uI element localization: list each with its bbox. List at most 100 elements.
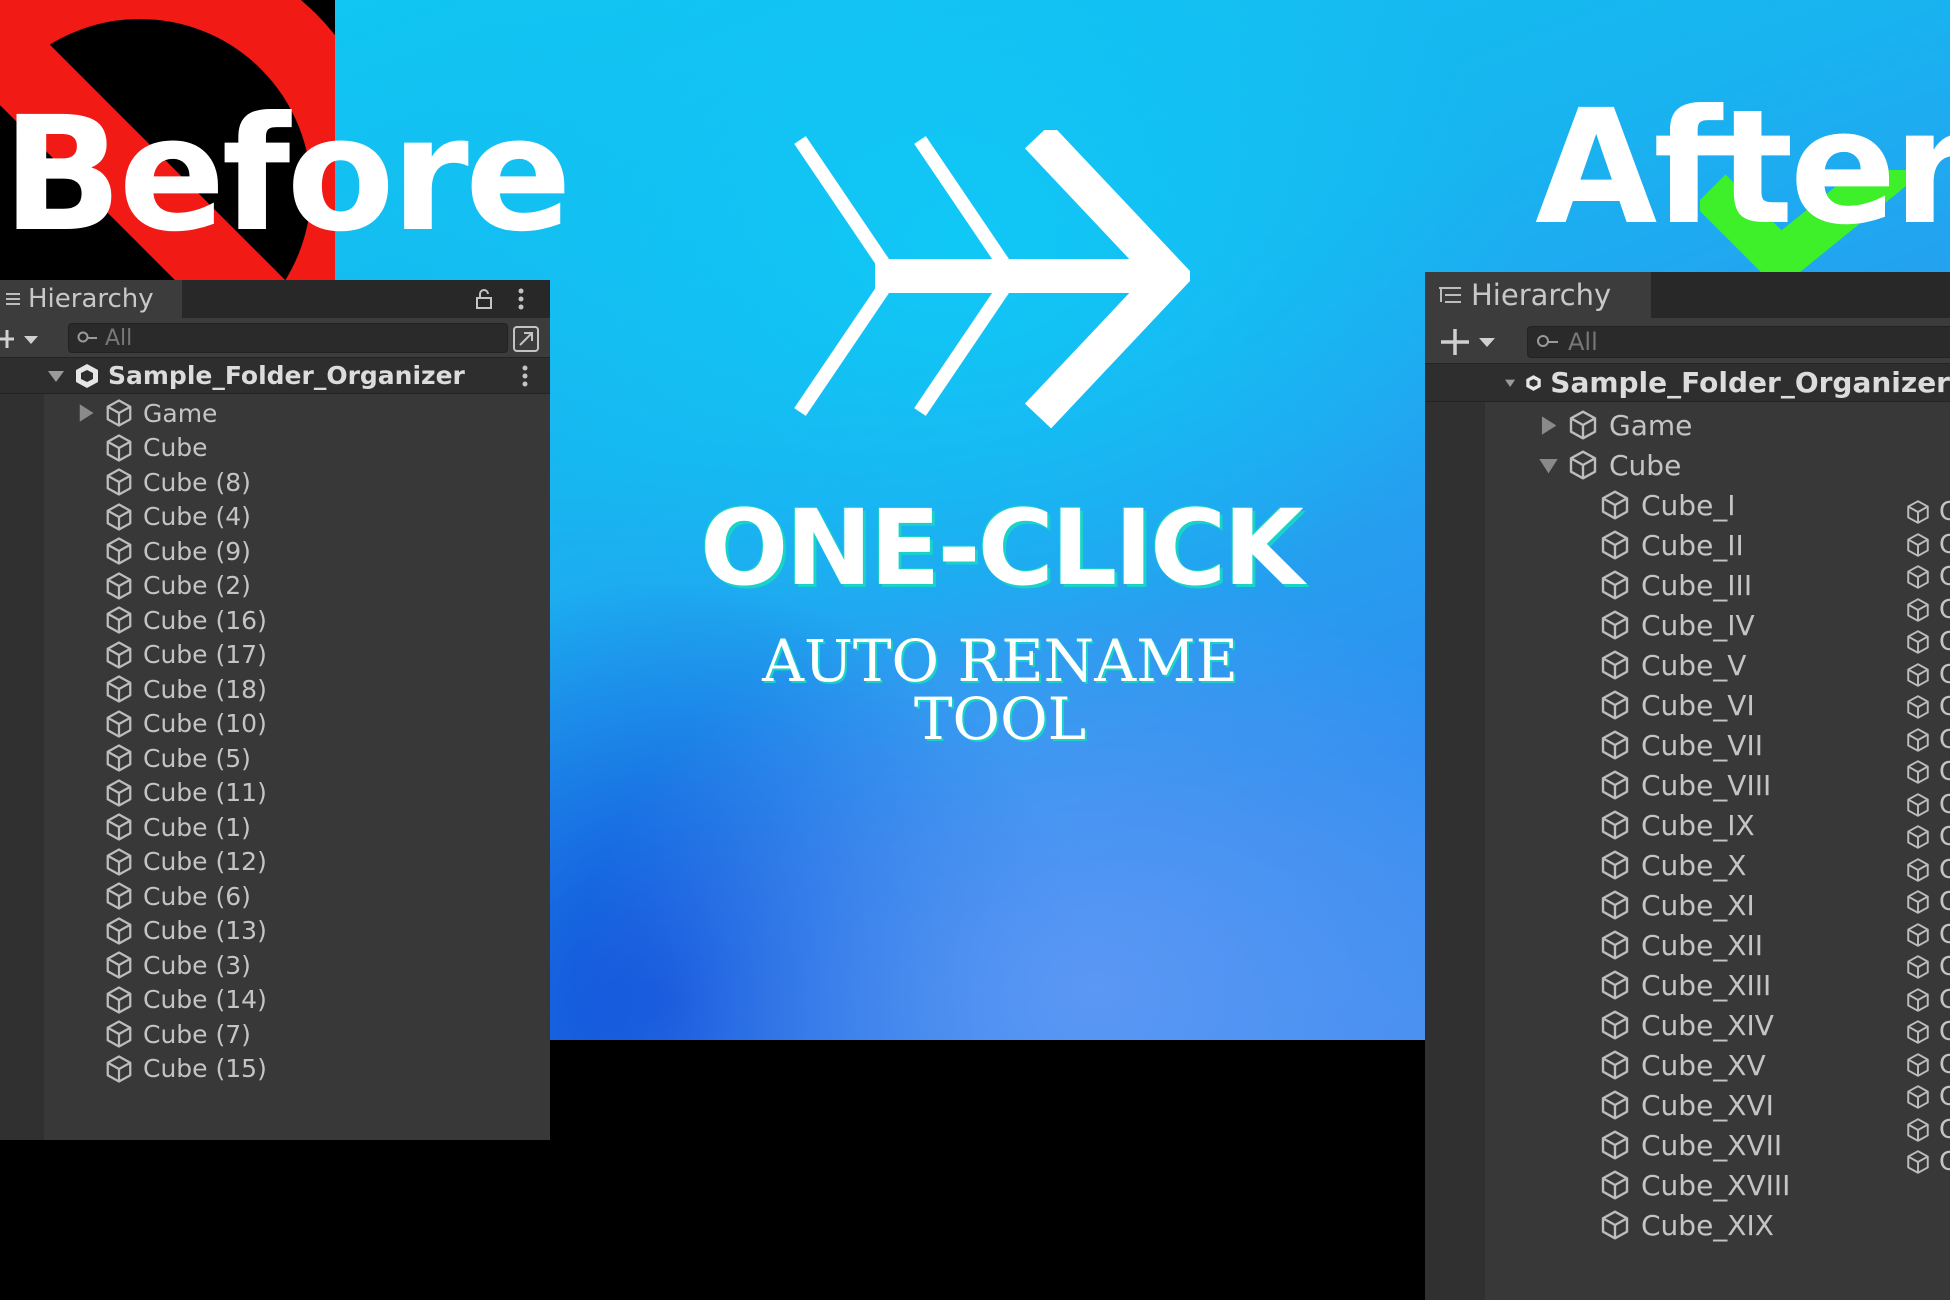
list-item[interactable]: C xyxy=(1905,660,1950,690)
more-options-icon[interactable] xyxy=(516,286,526,312)
list-item[interactable]: C xyxy=(1905,692,1950,722)
list-item[interactable]: Cube_IX xyxy=(1599,805,1755,845)
cube-icon xyxy=(1907,1020,1929,1044)
list-item[interactable]: Cube (12) xyxy=(104,845,267,879)
list-item[interactable]: Cube_XVI xyxy=(1599,1085,1774,1125)
cube-icon xyxy=(1907,792,1929,817)
list-item[interactable]: Cube_III xyxy=(1599,565,1752,605)
list-item[interactable]: Cube (1) xyxy=(104,810,251,844)
list-item[interactable]: C xyxy=(1905,595,1950,625)
list-item[interactable]: Cube (10) xyxy=(104,707,267,741)
expand-arrow-icon[interactable] xyxy=(76,403,96,423)
list-item[interactable]: C xyxy=(1905,887,1950,917)
collapse-arrow-icon[interactable] xyxy=(1505,375,1516,391)
list-item-label: C xyxy=(1939,1147,1950,1177)
list-item-label: C xyxy=(1939,627,1950,657)
scene-root-row[interactable]: Sample_Folder_Organizer xyxy=(1425,364,1950,402)
list-item[interactable]: Cube xyxy=(104,431,208,465)
list-item[interactable]: Cube (16) xyxy=(104,603,267,637)
list-item[interactable]: C xyxy=(1905,1017,1950,1047)
list-item[interactable]: Cube_VI xyxy=(1599,685,1755,725)
list-item[interactable]: Game xyxy=(79,396,217,430)
search-input[interactable]: All xyxy=(68,323,508,353)
list-item[interactable]: C xyxy=(1905,822,1950,852)
list-item-label: Cube (5) xyxy=(143,743,251,773)
list-item-label: Cube (11) xyxy=(143,778,267,807)
list-item[interactable]: C xyxy=(1905,562,1950,592)
list-item[interactable]: Cube_V xyxy=(1599,645,1746,685)
list-item[interactable]: Cube (6) xyxy=(104,879,251,913)
list-item[interactable]: Cube (2) xyxy=(104,569,251,603)
subtitle-line-1: AUTO RENAME xyxy=(762,627,1238,695)
unity-scene-icon xyxy=(1526,374,1541,391)
list-item[interactable]: C xyxy=(1905,790,1950,820)
list-item-label: C xyxy=(1939,1082,1950,1112)
cube-icon xyxy=(1907,760,1929,784)
list-item-label: Cube_X xyxy=(1641,848,1747,882)
list-item[interactable]: Cube_XII xyxy=(1599,925,1763,965)
collapse-arrow-icon[interactable] xyxy=(1538,455,1559,476)
list-item[interactable]: C xyxy=(1905,530,1950,560)
list-item[interactable]: Cube_I xyxy=(1599,485,1736,525)
list-item[interactable]: Cube_XV xyxy=(1599,1045,1766,1085)
list-item[interactable]: C xyxy=(1905,855,1950,885)
cube-icon xyxy=(1907,825,1929,849)
list-item[interactable]: Cube (8) xyxy=(104,465,251,499)
list-item-label: C xyxy=(1939,984,1950,1015)
list-item[interactable]: Cube (5) xyxy=(104,741,251,775)
lock-icon[interactable] xyxy=(474,288,494,310)
cube-icon xyxy=(106,571,132,600)
expand-arrow-icon[interactable] xyxy=(1538,415,1559,436)
list-item[interactable]: C xyxy=(1905,497,1950,527)
list-item[interactable]: Cube_XVIII xyxy=(1599,1165,1790,1205)
list-item[interactable]: C xyxy=(1905,920,1950,950)
add-dropdown-button[interactable] xyxy=(1439,328,1505,356)
collapse-arrow-icon[interactable] xyxy=(48,369,64,383)
list-item[interactable]: C xyxy=(1905,627,1950,657)
search-input[interactable]: All xyxy=(1527,326,1950,358)
search-placeholder: All xyxy=(105,325,133,351)
list-item[interactable]: Cube_XVII xyxy=(1599,1125,1782,1165)
scene-visibility-toggle-icon[interactable] xyxy=(512,325,540,353)
scene-more-options-icon[interactable] xyxy=(520,364,530,388)
list-item[interactable]: Cube_IV xyxy=(1599,605,1755,645)
list-item[interactable]: Cube (11) xyxy=(104,776,267,810)
list-item[interactable]: Cube_II xyxy=(1599,525,1744,565)
list-item[interactable]: Cube (3) xyxy=(104,948,251,982)
cube-icon xyxy=(106,468,132,496)
list-item[interactable]: C xyxy=(1905,1050,1950,1080)
list-item[interactable]: Cube (18) xyxy=(104,672,267,706)
list-item[interactable]: C xyxy=(1905,1115,1950,1145)
panel-tab-bar: Hierarchy xyxy=(0,280,550,318)
list-item[interactable]: Game xyxy=(1541,405,1692,445)
list-item[interactable]: Cube (17) xyxy=(104,638,267,672)
list-item[interactable]: Cube_VII xyxy=(1599,725,1763,765)
list-item[interactable]: C xyxy=(1905,1082,1950,1112)
list-item[interactable]: Cube (9) xyxy=(104,534,251,568)
list-item[interactable]: Cube_X xyxy=(1599,845,1746,885)
cube-icon xyxy=(106,606,132,634)
list-item[interactable]: Cube_XIII xyxy=(1599,965,1771,1005)
list-item[interactable]: C xyxy=(1905,952,1950,982)
list-item-label: Cube (14) xyxy=(143,985,267,1014)
list-item[interactable]: Cube (15) xyxy=(104,1052,267,1086)
add-dropdown-button[interactable] xyxy=(0,328,44,350)
list-item[interactable]: Cube (7) xyxy=(104,1017,251,1051)
scene-root-row[interactable]: Sample_Folder_Organizer xyxy=(0,358,550,394)
list-item[interactable]: Cube_XIV xyxy=(1599,1005,1774,1045)
list-item[interactable]: Cube (4) xyxy=(104,500,251,534)
list-item[interactable]: Cube_XIX xyxy=(1599,1205,1774,1245)
list-item[interactable]: C xyxy=(1905,757,1950,787)
tab-hierarchy[interactable]: Hierarchy xyxy=(0,280,182,318)
list-item[interactable]: C xyxy=(1905,1147,1950,1177)
list-item[interactable]: Cube (14) xyxy=(104,983,267,1017)
cube-icon xyxy=(1907,532,1929,557)
hierarchy-panel-before: Hierarchy All Sample_Folder_Organizer Ga… xyxy=(0,280,550,1140)
list-item[interactable]: Cube (13) xyxy=(104,914,267,948)
list-item[interactable]: Cube_XI xyxy=(1599,885,1755,925)
list-item[interactable]: Cube xyxy=(1539,445,1681,485)
tab-hierarchy[interactable]: Hierarchy xyxy=(1425,272,1651,318)
list-item[interactable]: Cube_VIII xyxy=(1599,765,1771,805)
list-item[interactable]: C xyxy=(1905,985,1950,1015)
list-item[interactable]: C xyxy=(1905,725,1950,755)
